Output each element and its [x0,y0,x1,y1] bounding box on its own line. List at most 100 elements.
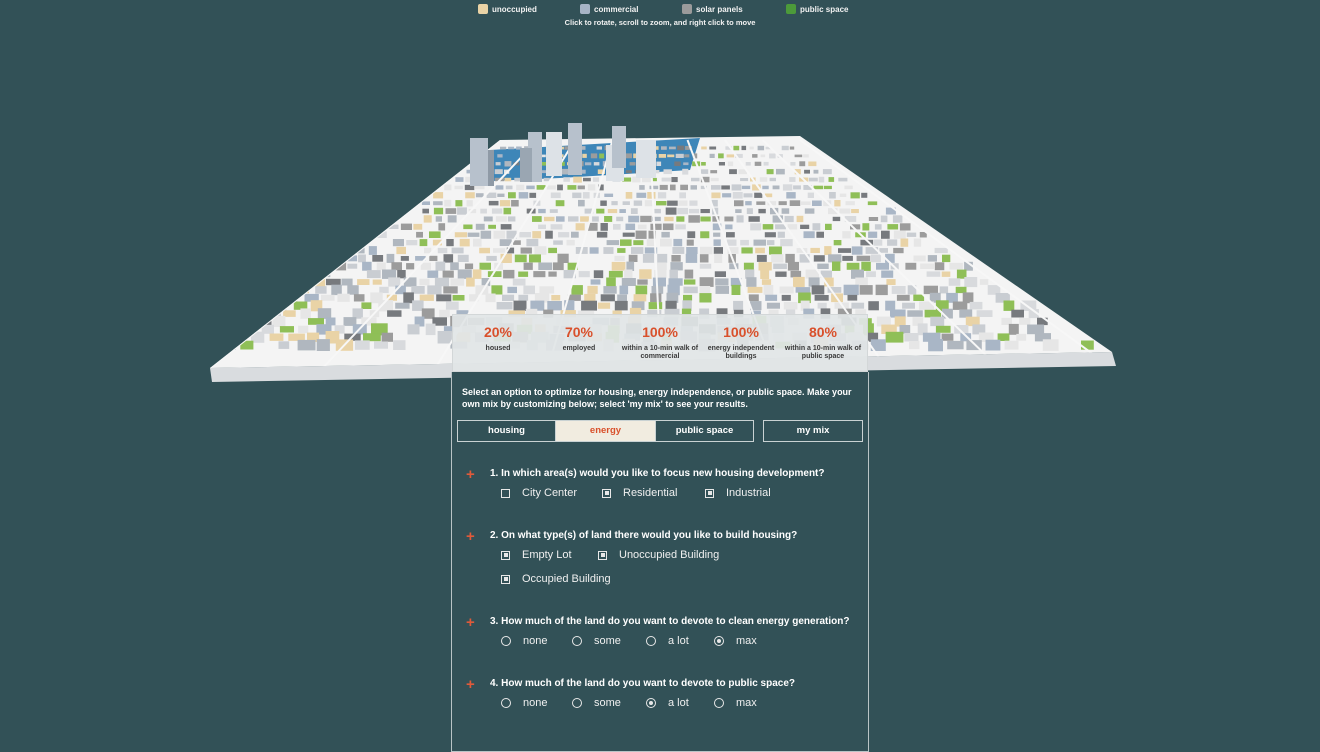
option-occupied-building[interactable]: Occupied Building [501,573,611,585]
city-building [437,247,448,254]
checkbox[interactable] [705,488,714,498]
checkbox[interactable] [501,488,510,498]
question-text: 4. How much of the land do you want to d… [490,678,796,689]
city-building [949,262,963,270]
city-building [558,232,570,238]
city-building [584,293,596,302]
city-building [839,193,847,197]
city-building [635,285,648,295]
city-building [817,302,827,309]
city-building [488,224,496,229]
city-building [688,208,700,214]
city-building [789,146,795,150]
option-none[interactable]: none [501,635,547,647]
city-building [534,246,547,255]
tab-public-space[interactable]: public space [655,420,754,442]
radio-button[interactable] [714,698,724,708]
city-building [545,230,553,239]
city-building [580,216,589,222]
city-building [844,185,853,190]
city-building [718,162,725,166]
city-building [308,318,324,325]
city-building [467,232,480,237]
option-some[interactable]: some [572,635,621,647]
city-building [781,208,790,214]
radio-button[interactable] [714,636,724,646]
option-empty-lot[interactable]: Empty Lot [501,549,572,561]
tab-housing[interactable]: housing [457,420,556,442]
expand-plus-icon[interactable]: + [466,614,475,631]
expand-plus-icon[interactable]: + [466,676,475,693]
city-building [358,254,366,263]
option-max[interactable]: max [714,635,757,647]
radio-button[interactable] [646,636,656,646]
city-building [818,176,825,183]
city-building [771,254,784,263]
radio-button[interactable] [646,698,656,708]
city-building [353,294,365,302]
city-building [746,277,757,287]
option-city-center[interactable]: City Center [501,487,577,499]
city-building [766,240,775,246]
city-building [500,224,512,230]
option-residential[interactable]: Residential [602,487,677,499]
checkbox[interactable] [501,550,510,560]
city-building [867,201,878,206]
radio-button[interactable] [501,698,511,708]
radio-button[interactable] [572,636,582,646]
city-building [523,262,533,270]
option-unoccupied-building[interactable]: Unoccupied Building [598,549,719,561]
city-building [495,216,507,222]
city-building [532,216,542,222]
city-building [590,153,598,159]
option-label: Empty Lot [522,549,572,561]
city-building [807,192,814,198]
option-a-lot[interactable]: a lot [646,635,689,647]
checkbox[interactable] [598,550,607,560]
checkbox[interactable] [501,574,510,584]
city-building [435,261,446,271]
city-building [969,301,983,310]
options-panel: Select an option to optimize for housing… [451,372,869,752]
radio-button[interactable] [572,698,582,708]
city-building [892,215,903,223]
radio-button[interactable] [501,636,511,646]
city-building [396,246,406,255]
city-building [668,278,683,286]
city-building [377,231,387,238]
city-building [518,192,529,199]
city-building [446,239,454,247]
option-none[interactable]: none [501,697,547,709]
city-building [650,223,662,230]
city-building [508,192,516,199]
option-label: a lot [668,697,689,709]
checkbox[interactable] [602,488,611,498]
city-building [741,185,751,190]
stat-housed: 20% housed [457,324,539,353]
city-building [670,262,683,271]
tab-my-mix[interactable]: my mix [763,420,863,442]
city-building [518,271,529,277]
city-building [893,247,904,254]
city-building [726,232,735,238]
city-building [689,200,698,206]
city-building [553,240,563,245]
city-building [622,232,635,237]
city-building [724,216,734,222]
tab-energy[interactable]: energy [555,420,656,442]
city-building [734,200,744,207]
expand-plus-icon[interactable]: + [466,466,475,483]
city-building [731,284,741,295]
city-building [652,277,666,287]
option-industrial[interactable]: Industrial [705,487,771,499]
city-building [485,293,496,303]
question-text: 3. How much of the land do you want to d… [490,616,850,627]
city-building [437,331,452,344]
option-some[interactable]: some [572,697,621,709]
option-label: some [594,697,621,709]
expand-plus-icon[interactable]: + [466,528,475,545]
option-a-lot[interactable]: a lot [646,697,689,709]
option-max[interactable]: max [714,697,757,709]
city-building [813,185,824,190]
city-building [669,146,676,150]
